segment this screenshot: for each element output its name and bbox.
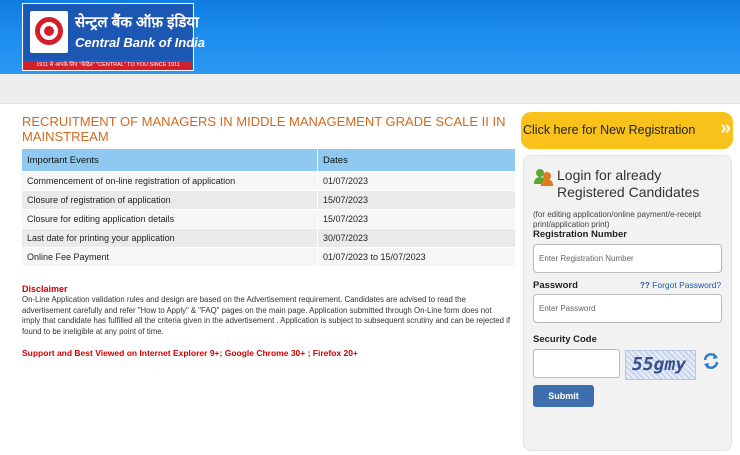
forgot-password-label: Forgot Password?: [652, 280, 722, 290]
logo-english-name: Central Bank of India: [75, 35, 206, 50]
disclaimer-heading: Disclaimer: [22, 284, 68, 294]
date-cell: 01/07/2023: [318, 172, 515, 190]
event-cell: Online Fee Payment: [22, 248, 318, 266]
help-icon: ??: [640, 281, 650, 290]
new-registration-button[interactable]: Click here for New Registration »: [521, 112, 733, 149]
table-row: Closure of registration of application 1…: [22, 191, 515, 209]
bank-emblem-icon: [30, 11, 68, 53]
site-header: सेन्ट्रल बैंक ऑफ़ इंडिया Central Bank of…: [0, 0, 740, 74]
event-cell: Last date for printing your application: [22, 229, 318, 247]
table-row: Last date for printing your application …: [22, 229, 515, 247]
registration-number-input[interactable]: [533, 244, 722, 273]
double-chevron-right-icon: »: [720, 118, 730, 139]
date-cell: 15/07/2023: [318, 210, 515, 228]
event-cell: Commencement of on-line registration of …: [22, 172, 318, 190]
refresh-icon[interactable]: [702, 352, 720, 370]
table-row: Closure for editing application details …: [22, 210, 515, 228]
column-header-events: Important Events: [22, 149, 318, 171]
sub-header-bar: [0, 74, 740, 104]
forgot-password-link[interactable]: ?? Forgot Password?: [640, 280, 721, 290]
security-code-label: Security Code: [533, 334, 597, 345]
captcha-image: 55gmy: [625, 350, 696, 380]
users-icon: [534, 168, 554, 186]
password-label: Password: [533, 280, 578, 291]
table-row: Commencement of on-line registration of …: [22, 172, 515, 190]
browser-support-note: Support and Best Viewed on Internet Expl…: [22, 348, 358, 358]
date-cell: 30/07/2023: [318, 229, 515, 247]
logo-tagline: 1911 से आपके लिए "केंद्रित" "CENTRAL" TO…: [24, 61, 192, 70]
registration-number-label: Registration Number: [533, 229, 627, 240]
table-row: Online Fee Payment 01/07/2023 to 15/07/2…: [22, 248, 515, 266]
event-cell: Closure of registration of application: [22, 191, 318, 209]
new-registration-label: Click here for New Registration: [523, 123, 696, 137]
captcha-text: 55gmy: [632, 354, 687, 375]
disclaimer-text: On-Line Application validation rules and…: [22, 295, 511, 336]
bank-logo[interactable]: सेन्ट्रल बैंक ऑफ़ इंडिया Central Bank of…: [22, 3, 205, 71]
submit-button[interactable]: Submit: [533, 385, 594, 407]
login-panel: Login for already Registered Candidates …: [523, 155, 732, 451]
logo-hindi-name: सेन्ट्रल बैंक ऑफ़ इंडिया: [75, 14, 199, 31]
login-note: (for editing application/online payment/…: [533, 210, 702, 229]
date-cell: 01/07/2023 to 15/07/2023: [318, 248, 515, 266]
column-header-dates: Dates: [318, 149, 515, 171]
table-header-row: Important Events Dates: [22, 149, 515, 171]
page-title: RECRUITMENT OF MANAGERS IN MIDDLE MANAGE…: [22, 114, 506, 144]
important-events-table: Important Events Dates Commencement of o…: [22, 148, 515, 267]
password-input[interactable]: [533, 294, 722, 323]
date-cell: 15/07/2023: [318, 191, 515, 209]
event-cell: Closure for editing application details: [22, 210, 318, 228]
login-title: Login for already Registered Candidates: [557, 167, 700, 200]
logo-main-panel: सेन्ट्रल बैंक ऑफ़ इंडिया Central Bank of…: [24, 5, 205, 60]
security-code-input[interactable]: [533, 349, 620, 378]
